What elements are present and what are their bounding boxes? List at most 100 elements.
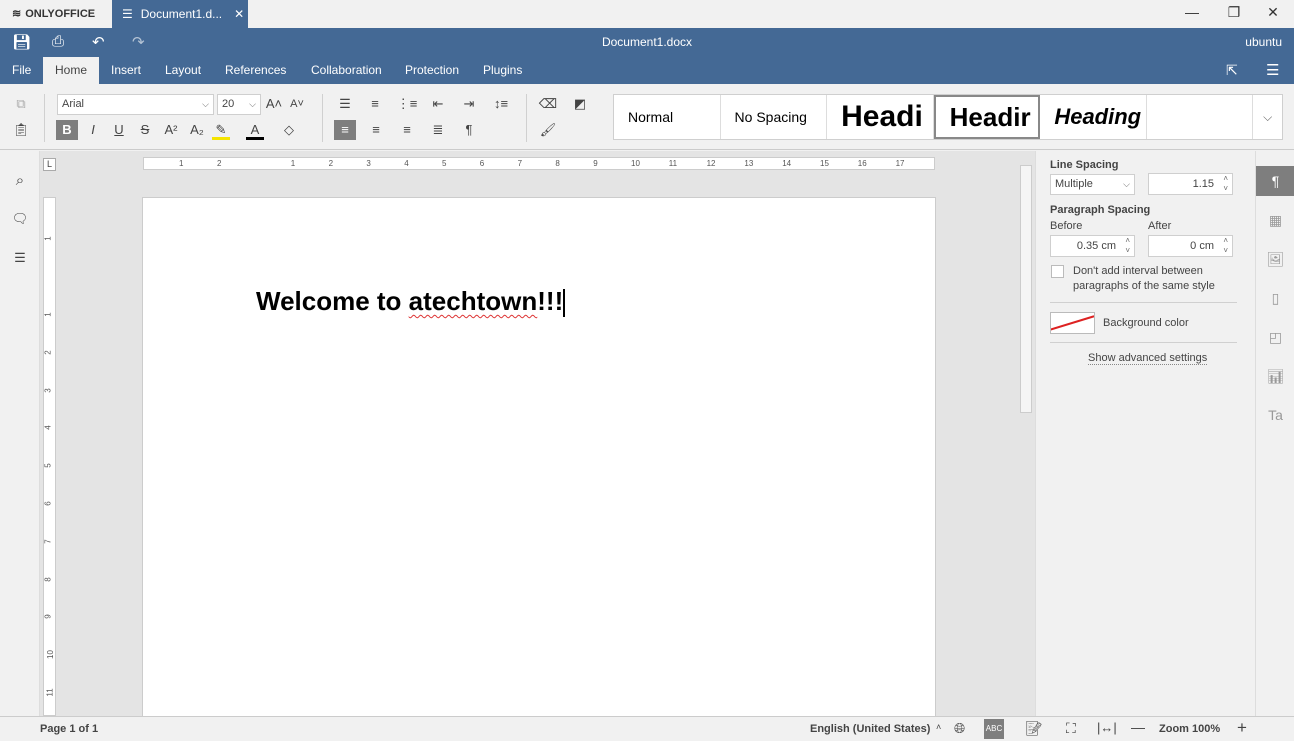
strikethrough-button[interactable]: S bbox=[134, 120, 156, 140]
tab-insert[interactable]: Insert bbox=[99, 57, 153, 84]
paragraph-spacing-label: Paragraph Spacing bbox=[1050, 204, 1151, 216]
tab-stop-icon[interactable]: L bbox=[43, 158, 56, 171]
numbered-list-icon[interactable]: ≡ bbox=[364, 94, 386, 114]
vertical-scrollbar[interactable] bbox=[1020, 153, 1032, 713]
zoom-level[interactable]: Zoom 100% bbox=[1159, 723, 1220, 735]
underline-button[interactable]: U bbox=[108, 120, 130, 140]
header-footer-icon[interactable]: ▯ bbox=[1256, 283, 1294, 313]
chart-settings-icon[interactable]: 📊︎ bbox=[1256, 361, 1294, 391]
tab-home[interactable]: Home bbox=[43, 57, 100, 84]
text-art-icon[interactable]: Ta bbox=[1256, 400, 1294, 430]
restore-button[interactable]: ❐ bbox=[1219, 4, 1249, 24]
line-spacing-value-input[interactable]: 1.15 ˄ ˅ bbox=[1148, 173, 1233, 195]
language-select[interactable]: English (United States) bbox=[810, 723, 930, 735]
style-heading-1[interactable]: Headi bbox=[827, 95, 934, 139]
page-counter[interactable]: Page 1 of 1 bbox=[40, 723, 98, 735]
paragraph-settings-icon[interactable]: ¶ bbox=[1256, 166, 1294, 196]
tab-references[interactable]: References bbox=[213, 57, 298, 84]
paragraph-settings-panel: Line Spacing Multiple ⌵ 1.15 ˄ ˅ Paragraph … bbox=[1035, 151, 1255, 716]
hamburger-menu-icon[interactable]: ☰ bbox=[1266, 61, 1279, 79]
copy-icon[interactable]: ⧉ bbox=[10, 94, 32, 114]
spinner-icon[interactable]: ˄ ˅ bbox=[1125, 236, 1130, 256]
superscript-button[interactable]: A² bbox=[160, 120, 182, 140]
line-spacing-icon[interactable]: ↕≡ bbox=[490, 94, 512, 114]
spacing-after-input[interactable]: 0 cm ˄ ˅ bbox=[1148, 235, 1233, 257]
justify-button[interactable]: ≣ bbox=[427, 120, 449, 140]
highlight-icon[interactable]: ✎ bbox=[212, 120, 230, 140]
shading-icon[interactable]: ◇ bbox=[278, 120, 300, 140]
tab-protection[interactable]: Protection bbox=[393, 57, 471, 84]
comments-icon[interactable]: 🗨︎ bbox=[9, 209, 31, 229]
italic-button[interactable]: I bbox=[82, 120, 104, 140]
font-color-icon[interactable]: A bbox=[246, 120, 264, 140]
fit-page-icon[interactable]: ⛶ bbox=[1066, 720, 1076, 737]
font-name-select[interactable]: Arial ⌵ bbox=[57, 94, 214, 115]
show-advanced-settings-link[interactable]: Show advanced settings bbox=[1088, 352, 1208, 365]
increase-font-icon[interactable]: A˄ bbox=[263, 94, 285, 114]
bold-button[interactable]: B bbox=[56, 120, 78, 140]
close-window-button[interactable]: ✕ bbox=[1258, 4, 1288, 24]
dont-add-interval-checkbox[interactable] bbox=[1051, 265, 1064, 278]
line-spacing-mode-select[interactable]: Multiple ⌵ bbox=[1050, 174, 1135, 195]
shape-settings-icon[interactable]: ◰ bbox=[1256, 322, 1294, 352]
spacing-before-input[interactable]: 0.35 cm ˄ ˅ bbox=[1050, 235, 1135, 257]
color-scheme-icon[interactable]: ◩ bbox=[569, 94, 591, 114]
chevron-down-icon: ⌵ bbox=[202, 99, 209, 109]
table-settings-icon[interactable]: ▦ bbox=[1256, 205, 1294, 235]
subscript-button[interactable]: A₂ bbox=[186, 120, 208, 140]
ruler-tick-label: 10 bbox=[631, 159, 640, 168]
ruler-tick-label: 10 bbox=[45, 650, 55, 660]
open-file-location-icon[interactable]: ⇱ bbox=[1226, 62, 1238, 79]
tab-plugins[interactable]: Plugins bbox=[471, 57, 534, 84]
paragraph-marks-icon[interactable]: ¶ bbox=[458, 120, 480, 140]
document-page[interactable]: Welcome to atechtown!!! bbox=[142, 197, 936, 727]
fit-width-icon[interactable]: |↔| bbox=[1097, 720, 1117, 735]
track-changes-icon[interactable]: 📝︎ bbox=[1025, 720, 1043, 737]
decrease-font-icon[interactable]: A˅ bbox=[286, 94, 308, 114]
style-heading-2[interactable]: Headir bbox=[933, 95, 1041, 139]
spellcheck-icon[interactable]: ABC bbox=[984, 719, 1004, 739]
ruler-tick-label: 4 bbox=[43, 425, 53, 431]
search-icon[interactable]: ⌕ bbox=[9, 171, 31, 191]
spinner-icon[interactable]: ˄ ˅ bbox=[1223, 174, 1228, 194]
line-spacing-value: 1.15 bbox=[1192, 178, 1214, 190]
image-settings-icon[interactable]: 🖼︎ bbox=[1256, 244, 1294, 274]
horizontal-ruler[interactable]: 2 1 1 2 3 4 5 6 7 8 9 10 11 12 13 14 15 16 17 bbox=[143, 157, 935, 170]
align-left-button[interactable]: ≡ bbox=[334, 120, 356, 140]
document-text[interactable]: Welcome to atechtown!!! bbox=[256, 286, 566, 318]
background-color-picker[interactable] bbox=[1050, 312, 1095, 334]
misspelled-word[interactable]: atechtown bbox=[409, 286, 538, 316]
increase-indent-icon[interactable]: ⇥ bbox=[458, 94, 480, 114]
multilevel-list-icon[interactable]: ⋮≡ bbox=[396, 94, 418, 114]
paste-icon[interactable]: 📋︎ bbox=[10, 120, 32, 140]
bullet-list-icon[interactable]: ☰ bbox=[334, 94, 356, 114]
zoom-in-icon[interactable]: + bbox=[1237, 718, 1247, 738]
close-tab-icon[interactable]: ✕ bbox=[234, 7, 244, 21]
document-title: Document1.docx bbox=[601, 35, 693, 49]
decrease-indent-icon[interactable]: ⇤ bbox=[427, 94, 449, 114]
font-size-select[interactable]: 20 ⌵ bbox=[217, 94, 261, 115]
tab-layout[interactable]: Layout bbox=[153, 57, 213, 84]
clear-style-icon[interactable]: ⌫ bbox=[537, 94, 559, 114]
tab-file[interactable]: File bbox=[0, 57, 43, 84]
ruler-tick-label: 2 bbox=[217, 159, 222, 168]
zoom-out-icon[interactable]: — bbox=[1131, 719, 1145, 735]
style-normal[interactable]: Normal bbox=[614, 95, 721, 139]
style-no-spacing[interactable]: No Spacing bbox=[721, 95, 828, 139]
style-heading-3[interactable]: Heading bbox=[1040, 95, 1147, 139]
align-center-button[interactable]: ≡ bbox=[365, 120, 387, 140]
tab-collaboration[interactable]: Collaboration bbox=[299, 57, 394, 84]
copy-style-icon[interactable]: 🖌︎ bbox=[537, 120, 559, 140]
spinner-icon[interactable]: ˄ ˅ bbox=[1223, 236, 1228, 256]
style-empty[interactable] bbox=[1147, 95, 1254, 139]
minimize-button[interactable]: — bbox=[1177, 4, 1207, 24]
scrollbar-thumb[interactable] bbox=[1020, 165, 1032, 413]
vertical-ruler[interactable]: 1 1 2 3 4 5 6 7 8 9 10 11 bbox=[43, 197, 56, 716]
align-right-button[interactable]: ≡ bbox=[396, 120, 418, 140]
document-tab[interactable]: ☰ Document1.d... ✕ bbox=[112, 0, 248, 28]
globe-icon[interactable]: 🌐︎ bbox=[954, 720, 965, 737]
style-gallery-expand-icon[interactable]: ⌵ bbox=[1253, 95, 1282, 139]
navigation-icon[interactable]: ☰ bbox=[9, 248, 31, 268]
ruler-tick-label: 2 bbox=[43, 350, 53, 355]
chevron-down-icon: ⌵ bbox=[249, 99, 256, 109]
